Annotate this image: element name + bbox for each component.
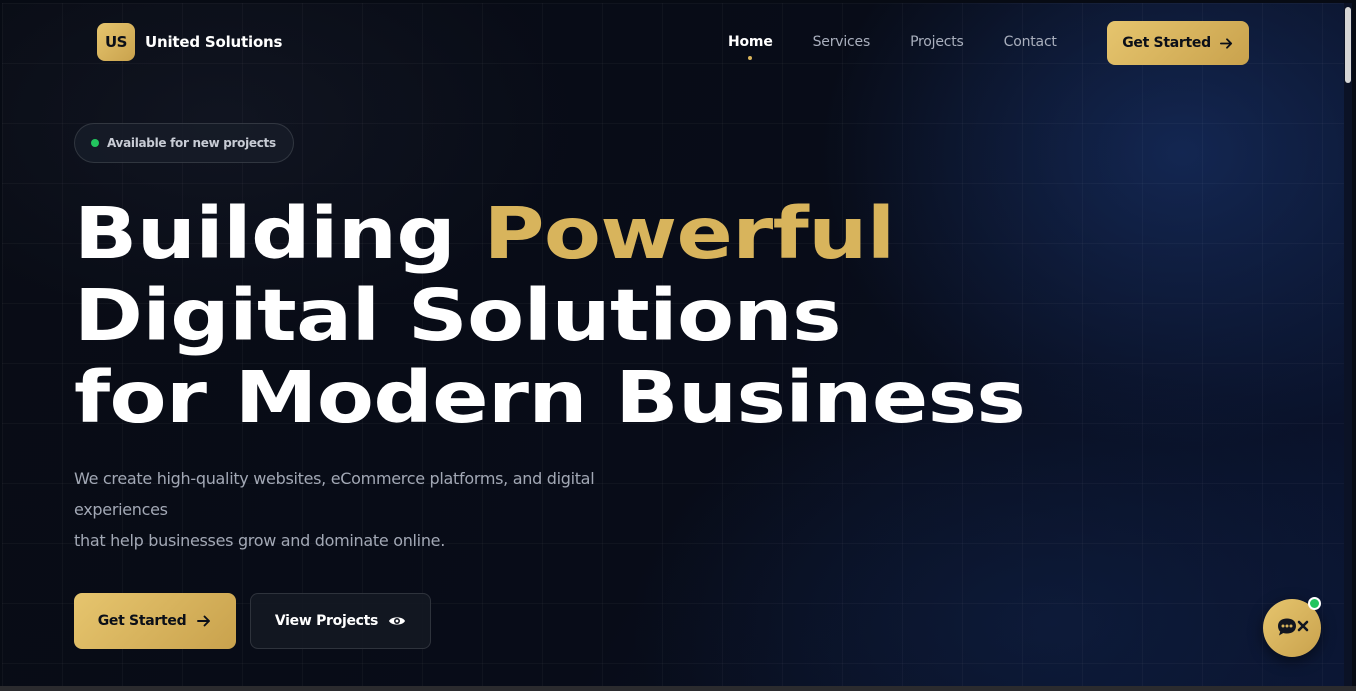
logo-mark: US bbox=[97, 23, 135, 61]
online-status-indicator bbox=[1308, 597, 1321, 610]
view-projects-label: View Projects bbox=[274, 613, 379, 629]
arrow-right-icon bbox=[1219, 36, 1234, 51]
headline-line-2: Digital Solutions bbox=[74, 274, 842, 357]
nav-item-contact[interactable]: Contact bbox=[1004, 34, 1057, 50]
eye-icon bbox=[388, 614, 406, 628]
hero-headline: Building Powerful Digital Solutions for … bbox=[74, 193, 1026, 439]
hero-description-line-2: experiences bbox=[74, 500, 168, 519]
headline-accent-word: Powerful bbox=[483, 192, 896, 275]
landing-page: US United Solutions Home Services Projec… bbox=[2, 3, 1352, 686]
brand-name: United Solutions bbox=[145, 33, 283, 51]
chat-close-icon bbox=[1275, 616, 1309, 640]
main-nav: Home Services Projects Contact bbox=[728, 34, 1057, 60]
arrow-right-icon bbox=[196, 613, 212, 629]
browser-viewport: US United Solutions Home Services Projec… bbox=[0, 0, 1356, 691]
nav-item-home[interactable]: Home bbox=[728, 34, 773, 60]
window-bottom-edge bbox=[0, 686, 1356, 691]
chat-widget-button[interactable] bbox=[1263, 597, 1321, 657]
nav-get-started-button[interactable]: Get Started bbox=[1107, 21, 1249, 65]
availability-badge-text: Available for new projects bbox=[107, 136, 276, 150]
headline-line-3: for Modern Business bbox=[74, 356, 1026, 439]
nav-item-services[interactable]: Services bbox=[813, 34, 871, 50]
headline-line-1-prefix: Building bbox=[74, 192, 484, 275]
page-scrollbar[interactable] bbox=[1344, 3, 1352, 686]
headline-line-1: Building Powerful bbox=[74, 193, 1025, 275]
scrollbar-thumb[interactable] bbox=[1345, 7, 1351, 83]
view-projects-button[interactable]: View Projects bbox=[250, 593, 431, 649]
availability-badge: Available for new projects bbox=[74, 123, 294, 163]
nav-get-started-label: Get Started bbox=[1122, 35, 1211, 51]
hero-description-line-3: that help businesses grow and dominate o… bbox=[74, 531, 445, 550]
nav-item-projects[interactable]: Projects bbox=[910, 34, 964, 50]
hero-description: We create high-quality websites, eCommer… bbox=[74, 463, 674, 556]
hero-get-started-label: Get Started bbox=[97, 613, 187, 629]
brand-logo[interactable]: US United Solutions bbox=[97, 23, 282, 61]
hero-description-line-1: We create high-quality websites, eCommer… bbox=[74, 469, 595, 488]
status-dot-icon bbox=[91, 139, 99, 147]
hero-get-started-button[interactable]: Get Started bbox=[74, 593, 236, 649]
